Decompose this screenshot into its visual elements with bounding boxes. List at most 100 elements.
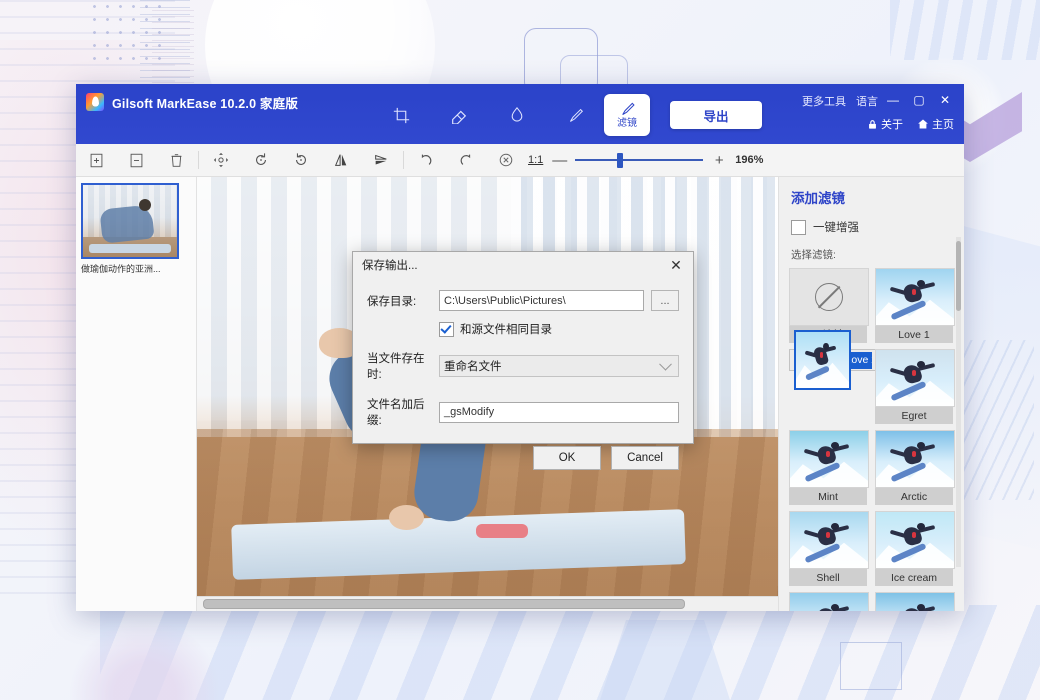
filter-cell-shell[interactable]: Shell xyxy=(789,511,869,586)
filter-cell-love-1[interactable]: Love 1 xyxy=(875,268,955,343)
delete-trash-icon xyxy=(171,153,181,167)
browse-button[interactable]: ... xyxy=(651,290,679,311)
rotate-left-button[interactable] xyxy=(281,145,321,175)
filter-cell-ice-cream[interactable]: Ice cream xyxy=(875,511,955,586)
add-file-button[interactable] xyxy=(76,145,116,175)
transform-tools-group xyxy=(201,145,401,175)
reset-icon xyxy=(499,153,513,167)
maximize-button[interactable]: ▢ xyxy=(908,91,930,109)
one-click-enhance-row[interactable]: 一键增强 xyxy=(779,207,964,235)
one-click-enhance-checkbox[interactable] xyxy=(791,219,806,235)
dialog-close-icon[interactable]: ✕ xyxy=(665,255,687,275)
flip-horizontal-icon xyxy=(334,154,347,166)
flip-vertical-icon xyxy=(375,154,387,165)
zoom-percent-label: 196% xyxy=(735,154,764,166)
language-menu[interactable]: 语言 xyxy=(856,93,878,109)
zoom-slider-track xyxy=(575,159,704,161)
cancel-button[interactable]: Cancel xyxy=(611,446,679,470)
dialog-title: 保存输出... xyxy=(362,260,418,272)
choose-filter-label: 选择滤镜: xyxy=(791,249,836,261)
export-button[interactable]: 导出 xyxy=(670,101,762,129)
more-tools-menu[interactable]: 更多工具 xyxy=(802,93,846,109)
dialog-body: 保存目录: C:\Users\Public\Pictures\ ... 和源文件… xyxy=(353,278,693,428)
minimize-button[interactable]: — xyxy=(882,91,904,109)
zoom-slider[interactable] xyxy=(575,153,704,168)
tab-water-drop[interactable] xyxy=(488,93,546,137)
flip-vertical-button[interactable] xyxy=(361,145,401,175)
suffix-input[interactable]: _gsModify xyxy=(439,401,679,423)
flip-horizontal-button[interactable] xyxy=(321,145,361,175)
on-exists-select[interactable]: 重命名文件 xyxy=(439,355,679,377)
desktop-background: Gilsoft MarkEase 10.2.0 家庭版 更多工具 语言 — ▢ … xyxy=(0,0,1040,700)
filter-cell-love-2[interactable]: Love 2 xyxy=(789,330,877,390)
filter-thumbnail xyxy=(875,430,955,488)
dialog-buttons: OK Cancel xyxy=(353,438,693,470)
tab-eraser[interactable] xyxy=(430,93,488,137)
filter-cell-mint[interactable]: Mint xyxy=(789,430,869,505)
about-label: 关于 xyxy=(881,119,903,131)
filter-panel-scrollbar-thumb[interactable] xyxy=(956,241,961,311)
bg-bottom-rect xyxy=(840,642,902,690)
toolbar-separator-2 xyxy=(403,151,404,169)
on-exists-row: 当文件存在时: 重命名文件 xyxy=(367,350,679,382)
filter-thumbnail xyxy=(789,430,869,488)
reset-button[interactable] xyxy=(486,145,526,175)
filter-thumbnail xyxy=(794,330,851,390)
zoom-out-button[interactable]: — xyxy=(552,152,567,169)
filter-panel: 添加滤镜 一键增强 选择滤镜: 无滤镜 xyxy=(778,177,964,611)
same-dir-checkbox[interactable] xyxy=(439,321,454,337)
bg-bottom-bands xyxy=(100,605,1040,700)
file-tools-group xyxy=(76,145,196,175)
filter-label: Shell xyxy=(789,569,867,586)
delete-button[interactable] xyxy=(156,145,196,175)
tab-brush[interactable] xyxy=(546,93,604,137)
one-click-enhance-label: 一键增强 xyxy=(813,222,859,234)
home-link[interactable]: 主页 xyxy=(917,116,954,132)
window-controls: — ▢ ✕ xyxy=(882,91,956,109)
ok-button[interactable]: OK xyxy=(533,446,601,470)
filter-thumbnail xyxy=(789,511,869,569)
filmstrip-item[interactable]: 做瑜伽动作的亚洲... xyxy=(81,183,179,275)
filter-grid: 无滤镜 Love 1 xyxy=(779,268,964,611)
remove-file-button[interactable] xyxy=(116,145,156,175)
rotate-left-icon xyxy=(296,153,306,165)
close-button[interactable]: ✕ xyxy=(934,91,956,109)
filmstrip-thumbnail[interactable] xyxy=(81,183,179,259)
filter-cell-partial-2[interactable] xyxy=(875,592,955,611)
same-dir-row[interactable]: 和源文件相同目录 xyxy=(439,321,679,337)
zoom-in-button[interactable]: + xyxy=(712,152,726,169)
tab-filter[interactable]: 滤镜 xyxy=(604,94,650,136)
redo-button[interactable] xyxy=(446,145,486,175)
undo-icon xyxy=(421,154,432,165)
save-dir-input[interactable]: C:\Users\Public\Pictures\ xyxy=(439,290,644,311)
canvas-scrollbar-thumb[interactable] xyxy=(203,599,685,609)
filter-cell-egret[interactable]: Egret xyxy=(875,349,955,424)
about-link[interactable]: 关于 xyxy=(867,116,903,132)
zoom-slider-handle[interactable] xyxy=(617,153,624,168)
rotate-right-icon xyxy=(256,153,266,165)
filter-cell-partial-1[interactable] xyxy=(789,592,869,611)
eraser-icon xyxy=(452,110,467,124)
move-button[interactable] xyxy=(201,145,241,175)
undo-button[interactable] xyxy=(406,145,446,175)
filter-thumbnail xyxy=(789,592,869,611)
filter-label: Arctic xyxy=(875,488,953,505)
title-bar: Gilsoft MarkEase 10.2.0 家庭版 更多工具 语言 — ▢ … xyxy=(76,84,964,144)
tab-crop[interactable] xyxy=(372,93,430,137)
filter-label: Mint xyxy=(789,488,867,505)
remove-file-icon xyxy=(130,153,142,167)
filter-thumbnail xyxy=(875,511,955,569)
bg-bottom-shape xyxy=(600,620,730,700)
filter-thumbnail xyxy=(875,592,955,611)
zoom-actual-size-button[interactable]: 1:1 xyxy=(528,154,543,166)
home-icon xyxy=(918,119,928,129)
filter-cell-arctic[interactable]: Arctic xyxy=(875,430,955,505)
titlebar-links: 关于 主页 xyxy=(867,116,954,132)
filter-label: Ice cream xyxy=(875,569,953,586)
canvas-horizontal-scrollbar[interactable] xyxy=(197,596,778,611)
dialog-title-bar: 保存输出... ✕ xyxy=(353,252,693,278)
save-output-dialog: 保存输出... ✕ 保存目录: C:\Users\Public\Pictures… xyxy=(352,251,694,470)
home-label: 主页 xyxy=(932,119,954,131)
on-exists-label: 当文件存在时: xyxy=(367,353,425,381)
rotate-right-button[interactable] xyxy=(241,145,281,175)
